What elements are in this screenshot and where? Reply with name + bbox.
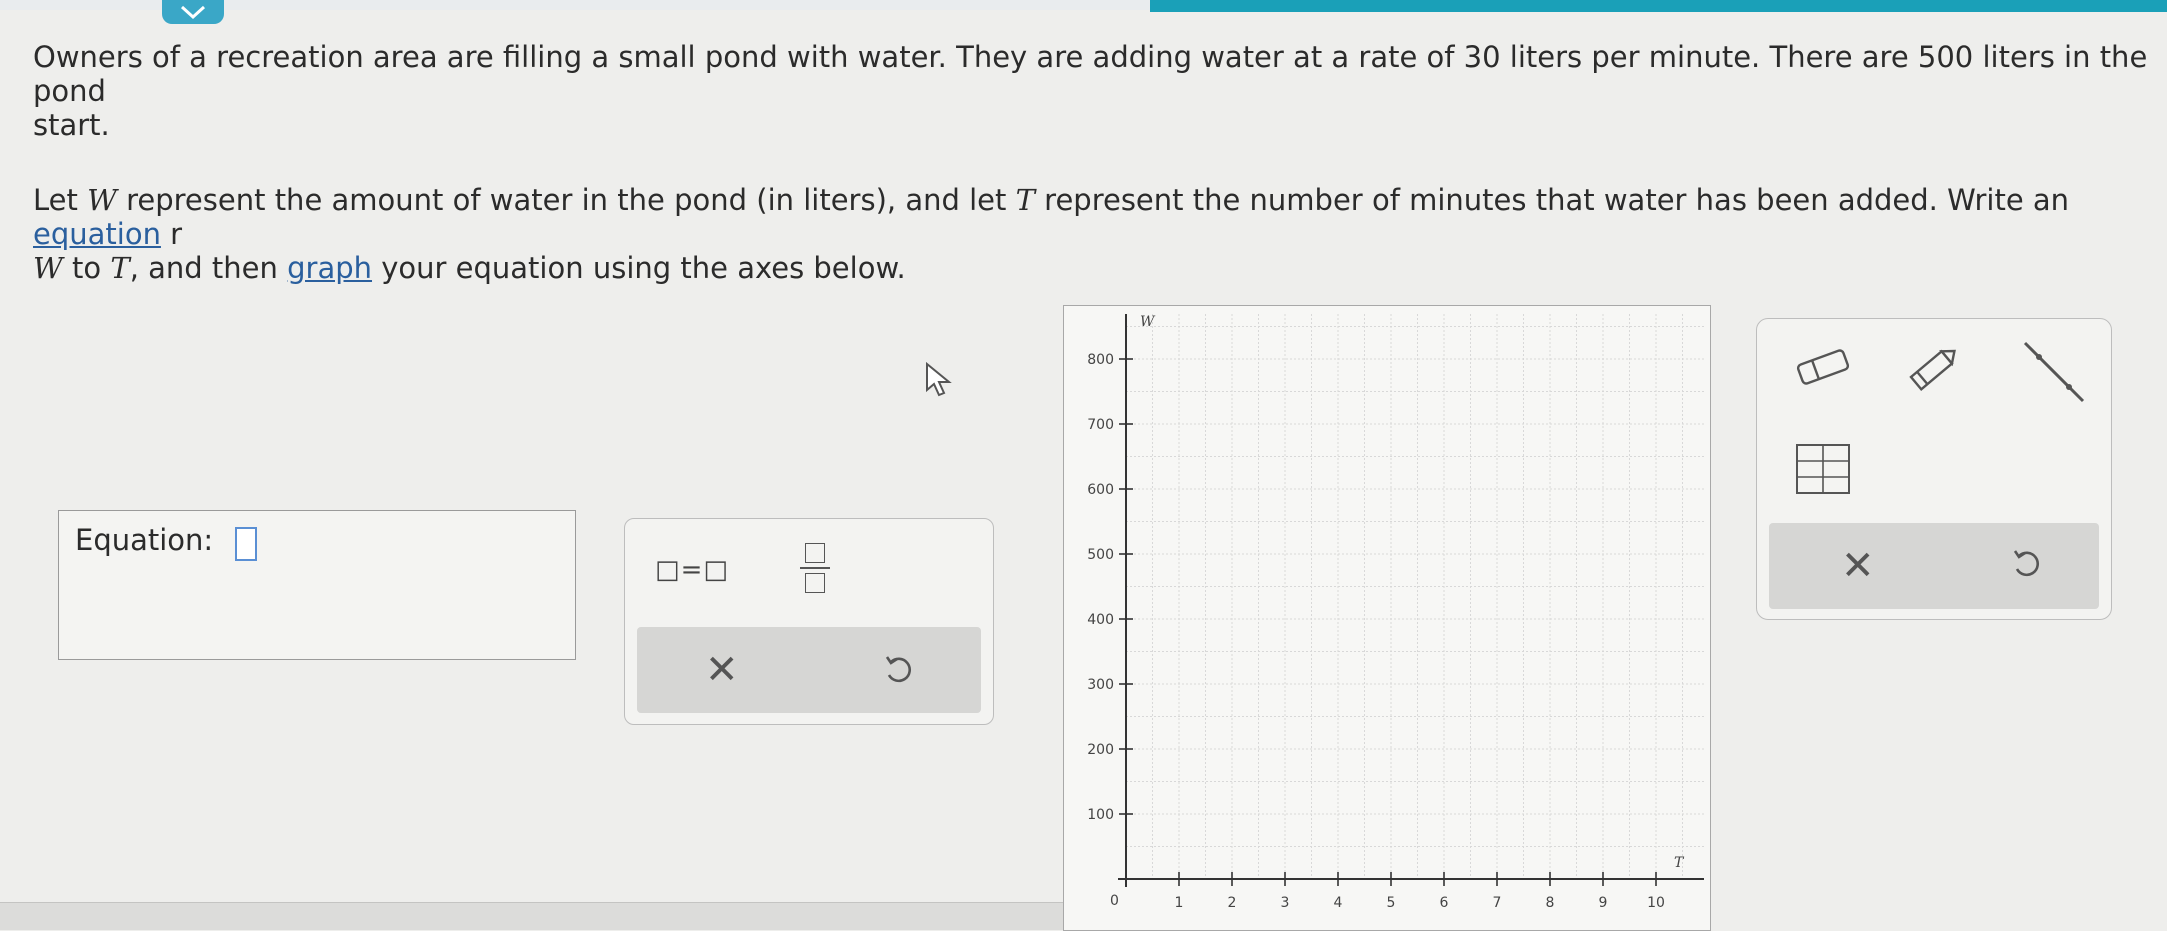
problem-paragraph-1: Owners of a recreation area are filling … — [33, 40, 2163, 143]
math-palette: □=□ ✕ — [624, 518, 994, 725]
clear-graph-button[interactable]: ✕ — [1841, 543, 1875, 589]
problem-text: Owners of a recreation area are filling … — [33, 40, 2148, 109]
y-tick-label: 800 — [1087, 352, 1114, 368]
x-axis-label: T — [1674, 855, 1685, 871]
fraction-bar-icon — [800, 567, 830, 569]
problem-text: your equation using the axes below. — [372, 251, 906, 286]
line-tool-button[interactable] — [2019, 337, 2089, 411]
clear-button[interactable]: ✕ — [705, 647, 739, 693]
undo-graph-button[interactable] — [2009, 547, 2043, 585]
fraction-template-button[interactable] — [797, 543, 833, 593]
problem-text: start. — [33, 108, 110, 143]
problem-text: represent the number of minutes that wat… — [1034, 182, 2070, 217]
x-tick-label: 8 — [1546, 895, 1555, 911]
y-tick-label: 100 — [1087, 807, 1114, 823]
palette-action-bar: ✕ — [637, 627, 981, 713]
equation-label: Equation: — [75, 523, 214, 557]
variable-t: T — [1015, 182, 1035, 217]
collapse-tab[interactable] — [162, 0, 224, 24]
table-icon — [1796, 444, 1850, 494]
y-tick-label: 200 — [1087, 742, 1114, 758]
eraser-tool-button[interactable] — [1793, 347, 1853, 391]
problem-statement: Owners of a recreation area are filling … — [33, 40, 2163, 285]
problem-paragraph-2: Let W represent the amount of water in t… — [33, 183, 2163, 286]
tools-action-bar: ✕ — [1769, 523, 2099, 609]
x-tick-label: 7 — [1493, 895, 1502, 911]
equation-answer-box[interactable]: Equation: — [58, 510, 576, 660]
problem-text: to — [62, 251, 111, 286]
x-tick-label: 10 — [1647, 895, 1665, 911]
pencil-tool-button[interactable] — [1903, 339, 1963, 403]
pencil-icon — [1909, 349, 1956, 391]
y-tick-label: 600 — [1087, 482, 1114, 498]
variable-w: W — [33, 251, 63, 286]
undo-icon — [2013, 550, 2039, 577]
graph-area[interactable]: 100 200 300 400 500 600 700 800 1 2 3 4 5 6 7 8 9 10 0 W T — [1063, 305, 1711, 931]
problem-text: r — [160, 216, 183, 251]
x-tick-label: 4 — [1334, 895, 1343, 911]
x-tick-label: 5 — [1387, 895, 1396, 911]
x-tick-label: 2 — [1228, 895, 1237, 911]
numerator-box-icon — [805, 543, 825, 563]
undo-button[interactable] — [881, 653, 915, 691]
equation-input-field[interactable] — [235, 527, 257, 561]
graph-tools-panel: ✕ — [1756, 318, 2112, 620]
denominator-box-icon — [805, 573, 825, 593]
undo-icon — [885, 656, 911, 683]
problem-text: represent the amount of water in the pon… — [116, 182, 1016, 217]
y-tick-label: 300 — [1087, 677, 1114, 693]
x-tick-label: 3 — [1281, 895, 1290, 911]
equation-link[interactable]: equation — [33, 217, 161, 251]
x-tick-label: 9 — [1599, 895, 1608, 911]
graph-link[interactable]: graph — [287, 251, 372, 285]
y-axis-label: W — [1140, 314, 1156, 330]
bottom-strip — [0, 902, 1063, 930]
problem-text: , and then — [129, 251, 288, 286]
origin-label: 0 — [1110, 893, 1119, 909]
y-tick-label: 700 — [1087, 417, 1114, 433]
equals-template-button[interactable]: □=□ — [655, 555, 729, 585]
mouse-cursor-icon — [925, 361, 955, 402]
table-tool-button[interactable] — [1793, 441, 1853, 501]
x-tick-label: 6 — [1440, 895, 1449, 911]
variable-w: W — [87, 182, 117, 217]
variable-t: T — [110, 251, 130, 286]
graph-canvas[interactable]: 1002003004005006007008001 2 3 4 5 6 7 8 9 100WT — [1064, 306, 1710, 930]
chevron-down-icon — [180, 5, 206, 20]
progress-accent-bar — [1150, 0, 2167, 12]
eraser-icon — [1796, 349, 1850, 385]
y-tick-label: 400 — [1087, 612, 1114, 628]
x-tick-label: 1 — [1175, 895, 1184, 911]
problem-text: Let — [33, 182, 88, 217]
line-icon — [2023, 341, 2085, 403]
y-tick-label: 500 — [1087, 547, 1114, 563]
